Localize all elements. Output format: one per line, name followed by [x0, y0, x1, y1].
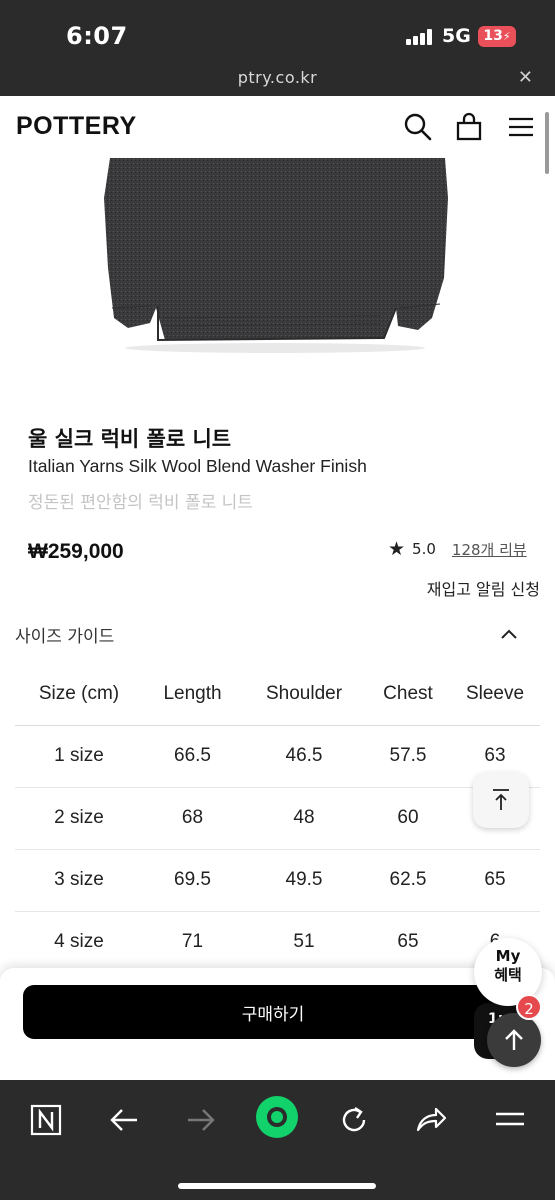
column-header: Chest — [366, 663, 450, 726]
product-price: ₩259,000 — [28, 540, 124, 563]
refresh-icon[interactable] — [334, 1100, 374, 1140]
table-cell: 1 size — [15, 725, 143, 788]
table-cell: 68 — [143, 787, 242, 850]
menu-icon[interactable] — [490, 1100, 530, 1140]
status-bar: 6:07 5G 13⚡ — [0, 0, 555, 64]
table-cell: 62.5 — [366, 849, 450, 912]
benefit-label-line1: My — [495, 947, 521, 965]
table-cell: 2 size — [15, 787, 143, 850]
purchase-sheet: 구매하기 — [0, 968, 555, 1082]
table-cell: 66.5 — [143, 725, 242, 788]
star-icon: ★ — [388, 538, 406, 560]
product-title: 울 실크 럭비 폴로 니트 — [28, 427, 232, 451]
url-bar[interactable]: ptry.co.kr ✕ — [0, 64, 555, 96]
product-subtitle: 정돈된 편안함의 럭비 폴로 니트 — [28, 493, 253, 513]
column-header: Size (cm) — [15, 663, 143, 726]
table-cell: 46.5 — [242, 725, 366, 788]
battery-level: 13 — [483, 28, 503, 44]
scroll-to-top-button[interactable] — [473, 772, 529, 828]
menu-icon[interactable] — [506, 112, 536, 142]
size-table: Size (cm) Length Shoulder Chest Sleeve 1… — [15, 663, 540, 974]
column-header: Sleeve — [450, 663, 540, 726]
buy-button[interactable]: 구매하기 — [23, 985, 523, 1039]
reviews-link[interactable]: 128개 리뷰 — [452, 539, 527, 560]
table-cell: 69.5 — [143, 849, 242, 912]
size-guide-header[interactable]: 사이즈 가이드 — [0, 614, 555, 654]
site-header: POTTERY — [0, 96, 555, 158]
shopping-bag-icon[interactable] — [454, 112, 484, 142]
table-cell: 65 — [366, 911, 450, 974]
notification-badge: 2 — [516, 994, 542, 1020]
chevron-up-icon[interactable] — [499, 624, 519, 644]
share-icon[interactable] — [411, 1100, 451, 1140]
table-header-row: Size (cm) Length Shoulder Chest Sleeve — [15, 663, 540, 726]
status-time: 6:07 — [66, 22, 128, 50]
naver-n-icon[interactable] — [26, 1100, 66, 1140]
scrollbar-thumb[interactable] — [545, 112, 549, 174]
table-cell: 57.5 — [366, 725, 450, 788]
table-cell: 71 — [143, 911, 242, 974]
column-header: Shoulder — [242, 663, 366, 726]
table-cell: 51 — [242, 911, 366, 974]
battery-icon: 13⚡ — [478, 26, 516, 47]
table-row: 4 size 71 51 65 6 — [15, 911, 540, 974]
back-to-top-button[interactable] — [487, 1013, 541, 1067]
table-row: 1 size 66.5 46.5 57.5 63 — [15, 725, 540, 788]
product-image — [0, 158, 555, 398]
restock-alert-button[interactable]: 재입고 알림 신청 — [427, 576, 540, 600]
table-cell: 60 — [366, 787, 450, 850]
column-header: Length — [143, 663, 242, 726]
arrow-up-icon — [505, 1029, 523, 1050]
table-row: 2 size 68 48 60 — [15, 787, 540, 850]
search-icon[interactable] — [403, 112, 433, 142]
browser-nav-bar — [0, 1080, 555, 1200]
forward-arrow-icon[interactable] — [181, 1100, 221, 1140]
home-indicator[interactable] — [178, 1183, 376, 1189]
table-cell: 4 size — [15, 911, 143, 974]
signal-icon — [406, 29, 434, 45]
url-text[interactable]: ptry.co.kr — [0, 68, 555, 87]
table-row: 3 size 69.5 49.5 62.5 65 — [15, 849, 540, 912]
table-cell: 49.5 — [242, 849, 366, 912]
product-english-name: Italian Yarns Silk Wool Blend Washer Fin… — [28, 456, 367, 476]
benefit-label-line2: 혜택 — [494, 966, 522, 984]
site-logo[interactable]: POTTERY — [16, 112, 137, 141]
rating: ★ 5.0 128개 리뷰 — [388, 538, 527, 560]
network-type: 5G — [442, 25, 471, 47]
back-arrow-icon[interactable] — [104, 1100, 144, 1140]
arrow-up-bar-icon — [493, 789, 509, 810]
table-cell: 48 — [242, 787, 366, 850]
size-guide-title: 사이즈 가이드 — [15, 627, 115, 647]
table-cell: 3 size — [15, 849, 143, 912]
close-icon[interactable]: ✕ — [518, 67, 533, 88]
rating-score: 5.0 — [412, 540, 436, 558]
table-cell: 65 — [450, 849, 540, 912]
green-home-icon[interactable] — [254, 1094, 300, 1140]
